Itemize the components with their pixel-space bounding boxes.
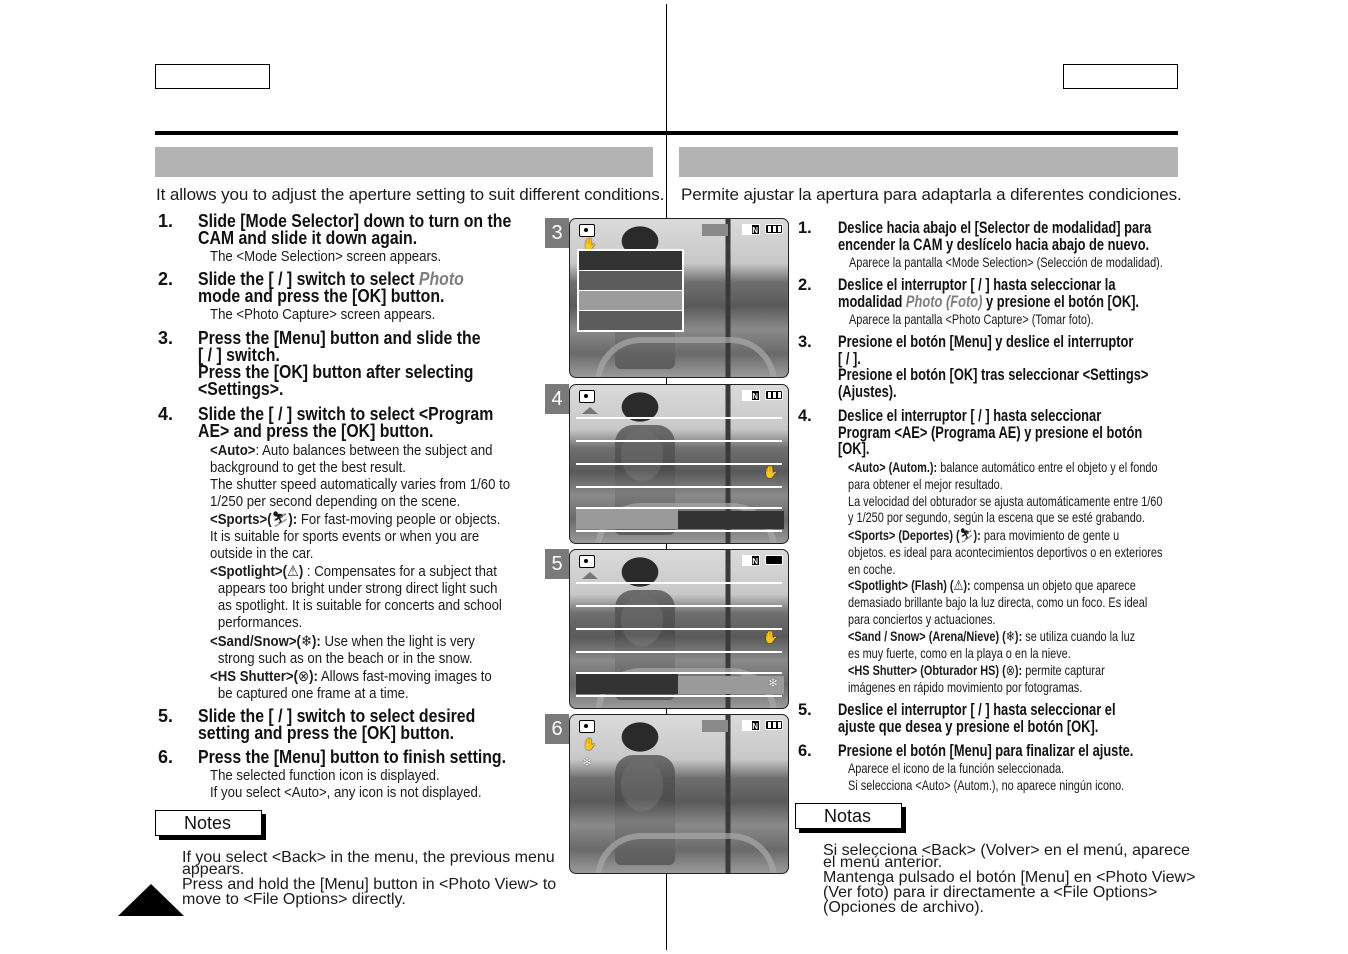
camera-screen-4: N ✋ <box>569 384 789 544</box>
status-box <box>702 720 728 732</box>
spotlight-icon: ⚠ <box>287 563 299 580</box>
battery-icon <box>765 555 783 565</box>
screen-badge-6: 6 <box>545 714 569 744</box>
snowflake-icon: ❄ <box>767 676 778 690</box>
section-title-bar-spanish <box>679 147 1178 177</box>
spotlight-icon: ⚠ <box>953 577 964 593</box>
battery-icon <box>765 720 783 730</box>
mode-spotlight: <Spotlight>(⚠) : Compensates for a subje… <box>210 563 502 631</box>
quality-icon: N <box>742 555 760 566</box>
step-6-result: The selected function icon is displayed.… <box>210 767 482 801</box>
menu-item[interactable] <box>579 311 682 330</box>
hs-shutter-icon: ⊗ <box>1005 662 1015 678</box>
header-label-box-left <box>155 64 270 89</box>
notes-heading: Notes <box>155 810 262 836</box>
camera-screen-5: N ✋ ❄ <box>569 549 789 709</box>
camera-icon <box>579 224 595 237</box>
settings-menu <box>577 249 684 332</box>
hand-stabilizer-icon: ✋ <box>582 737 597 751</box>
menu-item[interactable] <box>579 271 682 290</box>
quality-icon: N <box>742 390 760 401</box>
page-corner-triangle <box>118 884 184 916</box>
snowflake-icon: ❄ <box>1005 628 1015 644</box>
modo-auto: <Auto> (Autom.): balance automático entr… <box>848 459 1163 526</box>
program-ae-value <box>678 511 784 529</box>
hs-shutter-icon: ⊗ <box>298 668 310 685</box>
camera-icon <box>579 555 595 568</box>
notas-heading: Notas <box>795 803 902 829</box>
intro-text-english: It allows you to adjust the aperture set… <box>156 185 665 204</box>
header-label-box-right <box>1063 64 1178 89</box>
camera-screen-6: N ✋ ❄ <box>569 714 789 874</box>
modo-flash: <Spotlight> (Flash) (⚠): compensa un obj… <box>848 577 1148 627</box>
sports-icon: ⛷ <box>959 527 974 543</box>
hand-stabilizer-icon: ✋ <box>763 630 778 644</box>
step-2-result: The <Photo Capture> screen appears. <box>210 306 436 323</box>
camera-icon <box>579 390 595 403</box>
menu-item[interactable] <box>579 251 682 270</box>
modo-arena-nieve: <Sand / Snow> (Arena/Nieve) (❄): se util… <box>848 628 1136 661</box>
sports-icon: ⛷ <box>271 511 289 528</box>
mode-sports: <Sports>(⛷): For fast-moving people or o… <box>210 511 501 562</box>
step-1-result: The <Mode Selection> screen appears. <box>210 248 442 265</box>
hand-stabilizer-icon: ✋ <box>763 465 778 479</box>
quality-icon: N <box>742 720 760 731</box>
section-title-bar-english <box>155 147 653 177</box>
menu-item-selected[interactable] <box>579 291 682 310</box>
notes-text-english: If you select <Back> in the menu, the pr… <box>182 849 557 908</box>
battery-icon <box>765 390 783 400</box>
snowflake-icon: ❄ <box>300 633 313 650</box>
scroll-up-arrow-icon[interactable] <box>582 407 598 414</box>
screen-badge-5: 5 <box>545 549 569 579</box>
scroll-up-arrow-icon[interactable] <box>582 572 598 579</box>
program-ae-row[interactable]: ❄ <box>576 674 784 694</box>
quality-icon: N <box>742 224 760 235</box>
snowflake-icon: ❄ <box>582 755 593 769</box>
camera-screen-3: N ✋ <box>569 218 789 378</box>
battery-icon <box>765 224 783 234</box>
program-ae-row[interactable] <box>576 509 784 529</box>
intro-text-spanish: Permite ajustar la apertura para adaptar… <box>681 185 1182 204</box>
notes-text-spanish: Si selecciona <Back> (Volver> en el menú… <box>823 842 1196 916</box>
status-box <box>702 224 728 236</box>
mode-sand-snow: <Sand/Snow>(❄): Use when the light is ve… <box>210 633 475 667</box>
mode-auto: <Auto>: Auto balances between the subjec… <box>210 442 511 510</box>
mode-hs-shutter: <HS Shutter>(⊗): Allows fast-moving imag… <box>210 668 492 702</box>
header-rule <box>155 131 1178 135</box>
camera-icon <box>579 720 595 733</box>
modo-obturador-hs: <HS Shutter> (Obturador HS) (⊗): permite… <box>848 662 1105 695</box>
screen-badge-4: 4 <box>545 384 569 414</box>
screen-badge-3: 3 <box>545 218 569 248</box>
modo-deportes: <Sports> (Deportes) (⛷): para movimiento… <box>848 527 1163 577</box>
